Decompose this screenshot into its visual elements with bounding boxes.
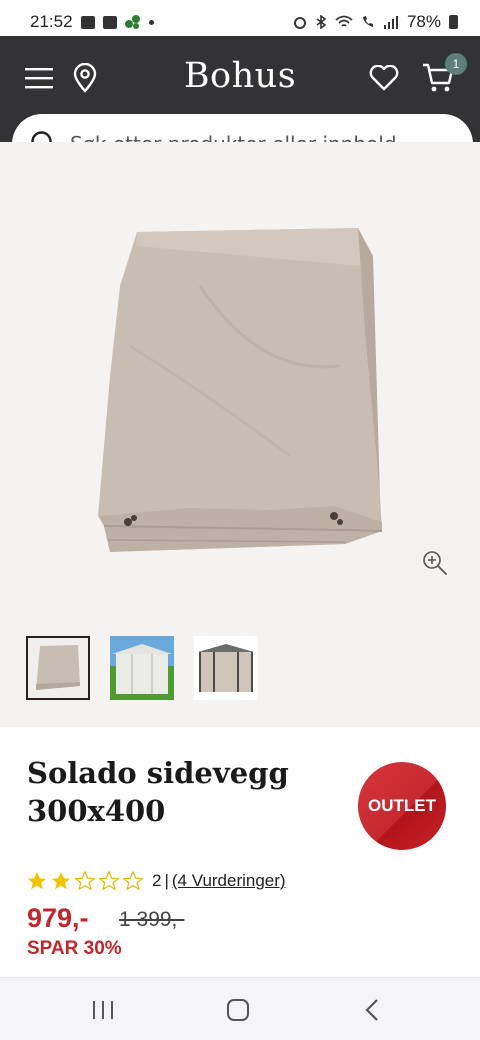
rating-value: 2: [152, 871, 162, 890]
reviews-link[interactable]: (4 Vurderinger): [172, 871, 286, 891]
home-button[interactable]: [218, 992, 258, 1028]
zoom-button[interactable]: [422, 550, 452, 580]
thumbnail-strip: [0, 636, 480, 706]
battery-percent: 78%: [406, 12, 441, 31]
favorites-button[interactable]: [366, 58, 402, 98]
thumbnail-2[interactable]: [110, 636, 174, 700]
thumbnail-3[interactable]: [194, 636, 258, 700]
recent-apps-button[interactable]: [83, 992, 123, 1028]
bohus-logo[interactable]: Bohus: [0, 56, 480, 96]
signal-icon: [383, 16, 398, 29]
heart-icon: [369, 65, 399, 91]
product-gallery: [0, 142, 480, 727]
rating-separator: |: [164, 871, 169, 890]
current-price: 979,-: [27, 903, 89, 933]
back-button[interactable]: [352, 992, 392, 1028]
battery-icon: [449, 15, 458, 29]
thumbnail-image-gazebo: [194, 636, 258, 700]
more-notifications-icon: [148, 19, 154, 25]
call-icon: [362, 16, 373, 27]
bluetooth-icon: [316, 15, 327, 29]
alarm-icon: [293, 17, 306, 29]
home-icon: [227, 999, 249, 1021]
outlet-badge: OUTLET: [358, 762, 446, 850]
system-navigation-bar: [0, 977, 480, 1040]
original-price: 1 399,-: [119, 908, 185, 931]
recent-apps-icon: [93, 1001, 113, 1019]
thumbnail-image-gazebo-outdoor: [110, 636, 174, 700]
thumbnail-image-fabric: [28, 638, 88, 698]
status-left: 21:52: [30, 12, 154, 32]
star-filled-icon: [27, 871, 47, 890]
wifi-icon: [335, 15, 353, 27]
star-empty-icon: [122, 870, 144, 891]
pdf-notification-icon: [102, 15, 117, 29]
status-right: 78%: [293, 12, 458, 32]
back-chevron-icon: [365, 999, 378, 1021]
thumbnail-1[interactable]: [26, 636, 90, 700]
gallery-notification-icon: [80, 15, 95, 29]
app-notification-icon: [124, 15, 140, 29]
discount-label: SPAR 30%: [27, 938, 122, 959]
star-empty-icon: [98, 870, 120, 891]
star-filled-icon: [51, 871, 71, 890]
rating[interactable]: 2 | (4 Vurderinger): [26, 870, 286, 892]
zoom-in-icon: [423, 551, 447, 575]
product-main-image[interactable]: [90, 226, 390, 571]
star-empty-icon: [74, 870, 96, 891]
cart-count-badge: 1: [445, 53, 467, 75]
product-title: Solado sidevegg 300x400: [27, 756, 289, 828]
status-time: 21:52: [30, 12, 73, 31]
product-info: Solado sidevegg 300x400 OUTLET 2 | (4 Vu…: [0, 727, 480, 977]
